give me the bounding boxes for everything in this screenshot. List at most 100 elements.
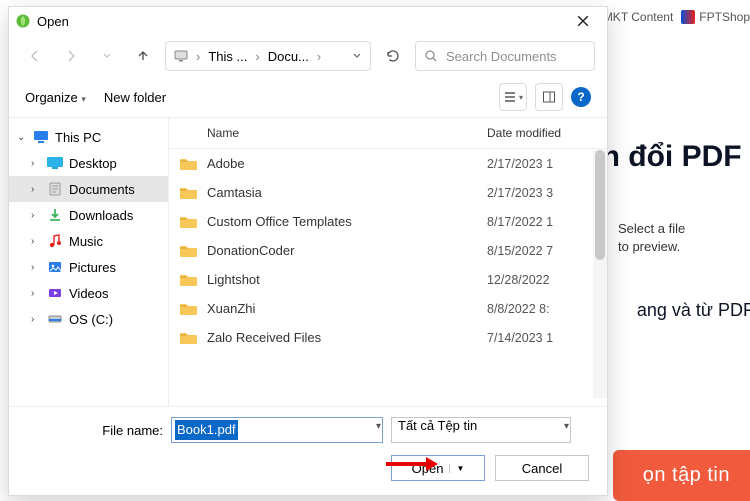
tree-label: Pictures [69, 260, 116, 275]
file-row[interactable]: DonationCoder8/15/2022 7 [169, 236, 607, 265]
tree-item-pictures[interactable]: › Pictures [9, 254, 168, 280]
titlebar: Open [9, 7, 607, 35]
chevron-right-icon[interactable]: › [31, 210, 41, 221]
search-input[interactable]: Search Documents [415, 41, 595, 71]
file-date: 2/17/2023 1 [487, 157, 597, 171]
tree-root-this-pc[interactable]: ⌄ This PC [9, 124, 168, 150]
breadcrumb-part[interactable]: Docu... [268, 49, 309, 64]
preview-hint-line1: Select a file [618, 220, 685, 238]
tree-item-drive-c[interactable]: › OS (C:) [9, 306, 168, 332]
tree-item-videos[interactable]: › Videos [9, 280, 168, 306]
open-button[interactable]: Open ▼ [391, 455, 485, 481]
file-row[interactable]: Custom Office Templates8/17/2022 1 [169, 207, 607, 236]
chevron-right-icon: › [317, 49, 321, 64]
command-toolbar: Organize ▾ New folder ▾ ? [9, 77, 607, 117]
file-date: 2/17/2023 3 [487, 186, 597, 200]
file-row[interactable]: Adobe2/17/2023 1 [169, 149, 607, 178]
tree-label: Music [69, 234, 103, 249]
breadcrumb-part[interactable]: This ... [208, 49, 247, 64]
fpt-icon [681, 10, 695, 24]
page-subtext: ang và từ PDF trong [637, 300, 750, 321]
column-headers[interactable]: Name Date modified [169, 118, 607, 149]
filename-selection: Book1.pdf [175, 420, 238, 440]
chevron-right-icon: › [196, 49, 200, 64]
chevron-right-icon[interactable]: › [31, 158, 41, 169]
file-name: Zalo Received Files [207, 330, 487, 345]
chevron-right-icon[interactable]: › [31, 236, 41, 247]
file-date: 7/14/2023 1 [487, 331, 597, 345]
file-row[interactable]: Lightshot12/28/2022 [169, 265, 607, 294]
choose-file-button[interactable]: ọn tập tin [613, 450, 750, 501]
chevron-right-icon[interactable]: › [31, 288, 41, 299]
file-name: Custom Office Templates [207, 214, 487, 229]
search-placeholder: Search Documents [446, 49, 557, 64]
scrollbar[interactable] [593, 150, 607, 398]
help-button[interactable]: ? [571, 87, 591, 107]
tree-item-downloads[interactable]: › Downloads [9, 202, 168, 228]
music-icon [47, 233, 63, 249]
column-name[interactable]: Name [179, 126, 487, 140]
tree-label: Documents [69, 182, 135, 197]
recent-dropdown[interactable] [93, 42, 121, 70]
chevron-down-icon[interactable] [352, 51, 362, 61]
chevron-down-icon[interactable]: ▾ [564, 421, 569, 432]
back-button[interactable] [21, 42, 49, 70]
close-button[interactable] [565, 7, 601, 35]
up-button[interactable] [129, 42, 157, 70]
folder-icon [179, 273, 197, 287]
preview-hint: Select a file to preview. [618, 220, 685, 256]
folder-icon [179, 244, 197, 258]
file-date: 12/28/2022 [487, 273, 597, 287]
chevron-right-icon[interactable]: › [31, 262, 41, 273]
organize-menu[interactable]: Organize ▾ [25, 90, 86, 105]
preview-pane-button[interactable] [535, 83, 563, 111]
view-menu[interactable]: ▾ [499, 83, 527, 111]
dialog-title: Open [37, 14, 69, 29]
desktop-icon [47, 155, 63, 171]
folder-icon [179, 186, 197, 200]
documents-icon [174, 49, 188, 63]
bookmark-label: MKT Content [603, 10, 673, 24]
search-icon [424, 49, 438, 63]
chevron-right-icon: › [255, 49, 259, 64]
filetype-filter[interactable]: Tất cả Tệp tin [391, 417, 571, 443]
file-row[interactable]: XuanZhi8/8/2022 8: [169, 294, 607, 323]
tree-label: This PC [55, 130, 101, 145]
open-split-dropdown[interactable]: ▼ [449, 464, 464, 473]
filetype-combobox[interactable]: Tất cả Tệp tin ▾ [391, 417, 571, 443]
chevron-right-icon[interactable]: › [31, 314, 41, 325]
tree-item-music[interactable]: › Music [9, 228, 168, 254]
folder-icon [179, 331, 197, 345]
chevron-right-icon[interactable]: › [31, 184, 41, 195]
address-bar[interactable]: › This ... › Docu... › [165, 41, 371, 71]
nav-tree: ⌄ This PC › Desktop › Documents [9, 118, 169, 406]
dialog-footer: File name: Book1.pdf ▾ Tất cả Tệp tin ▾ … [9, 406, 607, 495]
file-name: Camtasia [207, 185, 487, 200]
filename-combobox[interactable]: Book1.pdf ▾ [171, 417, 383, 443]
dialog-body: ⌄ This PC › Desktop › Documents [9, 117, 607, 406]
tree-label: Downloads [69, 208, 133, 223]
tree-item-documents[interactable]: › Documents [9, 176, 168, 202]
chevron-down-icon[interactable]: ▾ [376, 421, 381, 432]
tree-label: Videos [69, 286, 109, 301]
tree-item-desktop[interactable]: › Desktop [9, 150, 168, 176]
file-rows: Adobe2/17/2023 1Camtasia2/17/2023 3Custo… [169, 149, 607, 406]
tree-label: OS (C:) [69, 312, 113, 327]
scrollbar-thumb[interactable] [595, 150, 605, 260]
chevron-down-icon[interactable]: ⌄ [17, 132, 27, 143]
new-folder-button[interactable]: New folder [104, 90, 166, 105]
file-date: 8/15/2022 7 [487, 244, 597, 258]
downloads-icon [47, 207, 63, 223]
file-date: 8/17/2022 1 [487, 215, 597, 229]
folder-icon [179, 302, 197, 316]
preview-hint-line2: to preview. [618, 238, 685, 256]
cancel-button[interactable]: Cancel [495, 455, 589, 481]
column-date[interactable]: Date modified [487, 126, 597, 140]
open-file-dialog: Open › This ... › Docu... › [8, 6, 608, 496]
bookmark-item[interactable]: FPTShop [681, 10, 750, 24]
file-row[interactable]: Zalo Received Files7/14/2023 1 [169, 323, 607, 352]
refresh-button[interactable] [379, 42, 407, 70]
file-name: XuanZhi [207, 301, 487, 316]
forward-button[interactable] [57, 42, 85, 70]
file-row[interactable]: Camtasia2/17/2023 3 [169, 178, 607, 207]
